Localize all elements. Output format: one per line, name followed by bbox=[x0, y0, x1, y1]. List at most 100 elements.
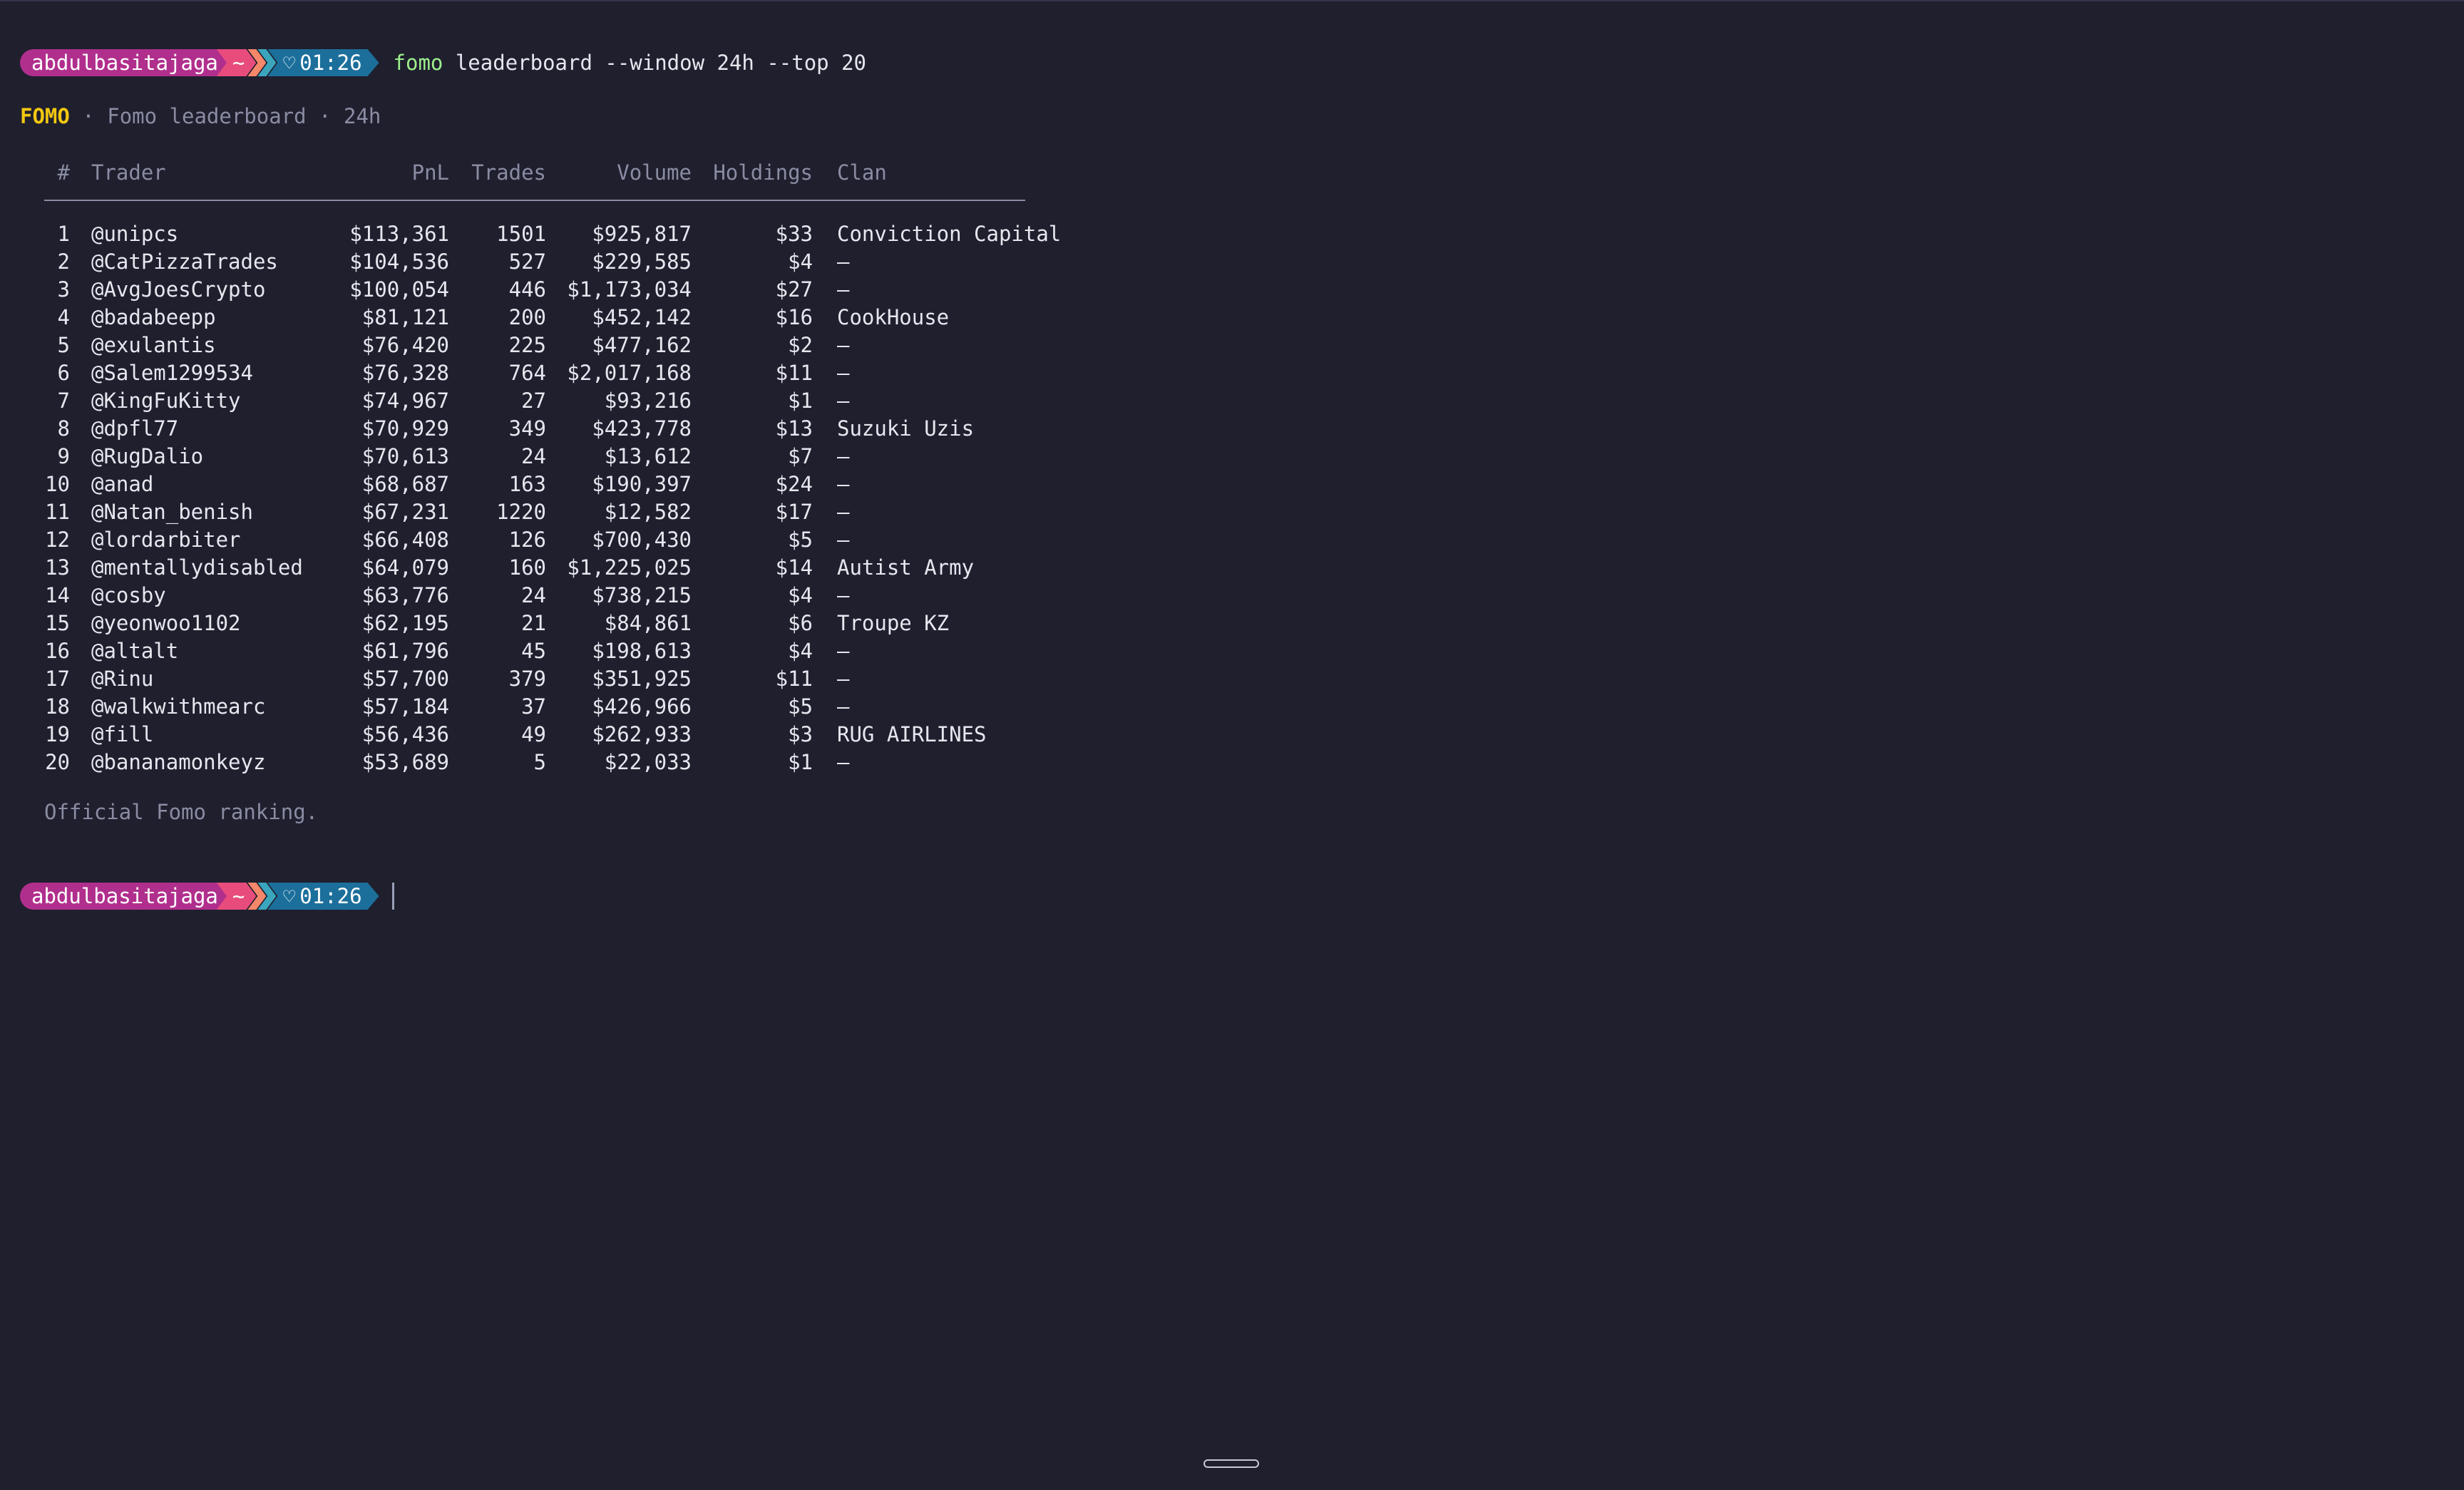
cell-trades: 21 bbox=[521, 610, 546, 635]
cell-pnl: $76,420 bbox=[361, 332, 449, 357]
cell-trades: 1220 bbox=[496, 499, 546, 524]
cell-clan: Autist Army bbox=[837, 555, 975, 580]
cell-pnl: $68,687 bbox=[361, 471, 449, 496]
cell-holdings: $1 bbox=[788, 388, 813, 413]
cell-holdings: $14 bbox=[775, 555, 813, 580]
header-rank: # bbox=[57, 160, 70, 185]
cell-pnl: $76,328 bbox=[361, 360, 449, 385]
cell-trades: 160 bbox=[508, 555, 546, 580]
cell-holdings: $2 bbox=[788, 332, 813, 357]
cell-rank: 9 bbox=[57, 443, 70, 468]
cell-clan: RUG AIRLINES bbox=[837, 721, 987, 746]
cell-volume: $93,216 bbox=[604, 388, 692, 413]
cell-clan: – bbox=[837, 694, 850, 719]
cell-rank: 4 bbox=[57, 304, 70, 329]
cell-volume: $925,817 bbox=[592, 221, 692, 246]
text-cursor[interactable] bbox=[391, 883, 394, 910]
cell-clan: – bbox=[837, 388, 850, 413]
cell-rank: 11 bbox=[45, 499, 70, 524]
table-row: 4 @badabeepp $81,121 200 $452,142 $16 CookHous… bbox=[44, 303, 1069, 331]
window-top-border bbox=[0, 0, 2464, 1]
brand-label: FOMO bbox=[20, 104, 70, 128]
cell-trader: @CatPizzaTrades bbox=[91, 249, 278, 274]
cell-volume: $12,582 bbox=[604, 499, 692, 524]
command-binary: fomo bbox=[393, 51, 443, 75]
cell-clan: CookHouse bbox=[837, 304, 950, 329]
cell-trader: @walkwithmearc bbox=[91, 694, 266, 719]
cell-trader: @fill bbox=[91, 721, 154, 746]
cell-trader: @Salem1299534 bbox=[91, 360, 253, 385]
table-row: 2 @CatPizzaTrades $104,536 527 $229,585 $4– bbox=[44, 247, 1069, 275]
header-trades: Trades bbox=[471, 160, 546, 185]
header-volume: Volume bbox=[617, 160, 692, 185]
cell-volume: $423,778 bbox=[592, 416, 692, 441]
cell-pnl: $74,967 bbox=[361, 388, 449, 413]
shell-prompt-line-active[interactable]: abdulbasitajaga ~ ♡ 01:26 bbox=[20, 883, 394, 910]
cell-rank: 10 bbox=[45, 471, 70, 496]
cell-trader: @cosby bbox=[91, 582, 166, 607]
cell-holdings: $7 bbox=[788, 443, 813, 468]
title-separator: · bbox=[306, 104, 344, 128]
cell-trader: @altalt bbox=[91, 638, 179, 663]
cell-holdings: $27 bbox=[775, 277, 813, 302]
cell-holdings: $1 bbox=[788, 749, 813, 774]
cell-trader: @exulantis bbox=[91, 332, 216, 357]
cell-clan: – bbox=[837, 360, 850, 385]
cell-rank: 16 bbox=[45, 638, 70, 663]
cell-pnl: $62,195 bbox=[361, 610, 449, 635]
table-row: 14 @cosby $63,776 24 $738,215 $4– bbox=[44, 581, 1069, 609]
cell-trades: 126 bbox=[508, 527, 546, 552]
cell-rank: 8 bbox=[57, 416, 70, 441]
cell-holdings: $16 bbox=[775, 304, 813, 329]
cell-trades: 45 bbox=[521, 638, 546, 663]
cell-pnl: $100,054 bbox=[349, 277, 449, 302]
cell-rank: 5 bbox=[57, 332, 70, 357]
leaderboard-title: FOMO · Fomo leaderboard · 24h bbox=[20, 104, 381, 128]
cell-holdings: $4 bbox=[788, 582, 813, 607]
cell-trader: @anad bbox=[91, 471, 154, 496]
table-row: 15 @yeonwoo1102 $62,195 21 $84,861 $6 Troupe K… bbox=[44, 609, 1069, 637]
cell-trades: 379 bbox=[508, 666, 546, 691]
heart-icon: ♡ bbox=[283, 51, 296, 75]
cell-trader: @Rinu bbox=[91, 666, 154, 691]
cell-rank: 14 bbox=[45, 582, 70, 607]
cell-clan: Troupe KZ bbox=[837, 610, 950, 635]
executed-command: fomo leaderboard --window 24h --top 20 bbox=[394, 51, 866, 75]
header-trader: Trader bbox=[91, 160, 166, 185]
cell-pnl: $57,184 bbox=[361, 694, 449, 719]
cell-holdings: $13 bbox=[775, 416, 813, 441]
table-row: 16 @altalt $61,796 45 $198,613 $4– bbox=[44, 637, 1069, 664]
cell-rank: 12 bbox=[45, 527, 70, 552]
cell-pnl: $113,361 bbox=[349, 221, 449, 246]
table-row: 6 @Salem1299534 $76,328 764 $2,017,168 $11– bbox=[44, 359, 1069, 386]
cell-volume: $452,142 bbox=[592, 304, 692, 329]
cell-trader: @lordarbiter bbox=[91, 527, 241, 552]
cell-trades: 200 bbox=[508, 304, 546, 329]
cell-trader: @yeonwoo1102 bbox=[91, 610, 241, 635]
table-row: 20 @bananamonkeyz $53,689 5 $22,033 $1– bbox=[44, 748, 1069, 776]
cell-clan: – bbox=[837, 332, 850, 357]
heart-icon: ♡ bbox=[283, 884, 296, 908]
cell-rank: 7 bbox=[57, 388, 70, 413]
cell-holdings: $4 bbox=[788, 638, 813, 663]
cell-trades: 5 bbox=[533, 749, 546, 774]
table-row: 17 @Rinu $57,700 379 $351,925 $11– bbox=[44, 664, 1069, 692]
cell-volume: $229,585 bbox=[592, 249, 692, 274]
cell-clan: – bbox=[837, 471, 850, 496]
cell-trades: 225 bbox=[508, 332, 546, 357]
cell-volume: $2,017,168 bbox=[567, 360, 692, 385]
table-row: 7 @KingFuKitty $74,967 27 $93,216 $1– bbox=[44, 386, 1069, 414]
table-row: 3 @AvgJoesCrypto $100,054 446 $1,173,034 $27– bbox=[44, 275, 1069, 303]
prompt-time-segment: ♡ 01:26 bbox=[267, 49, 379, 76]
table-row: 9 @RugDalio $70,613 24 $13,612 $7– bbox=[44, 442, 1069, 470]
cell-clan: – bbox=[837, 666, 850, 691]
window-label: 24h bbox=[343, 104, 381, 128]
window-resize-handle[interactable] bbox=[1203, 1459, 1259, 1468]
cell-rank: 2 bbox=[57, 249, 70, 274]
cell-volume: $738,215 bbox=[592, 582, 692, 607]
cell-holdings: $17 bbox=[775, 499, 813, 524]
cell-trades: 24 bbox=[521, 443, 546, 468]
cell-clan: – bbox=[837, 527, 850, 552]
cell-trades: 24 bbox=[521, 582, 546, 607]
cell-rank: 13 bbox=[45, 555, 70, 580]
